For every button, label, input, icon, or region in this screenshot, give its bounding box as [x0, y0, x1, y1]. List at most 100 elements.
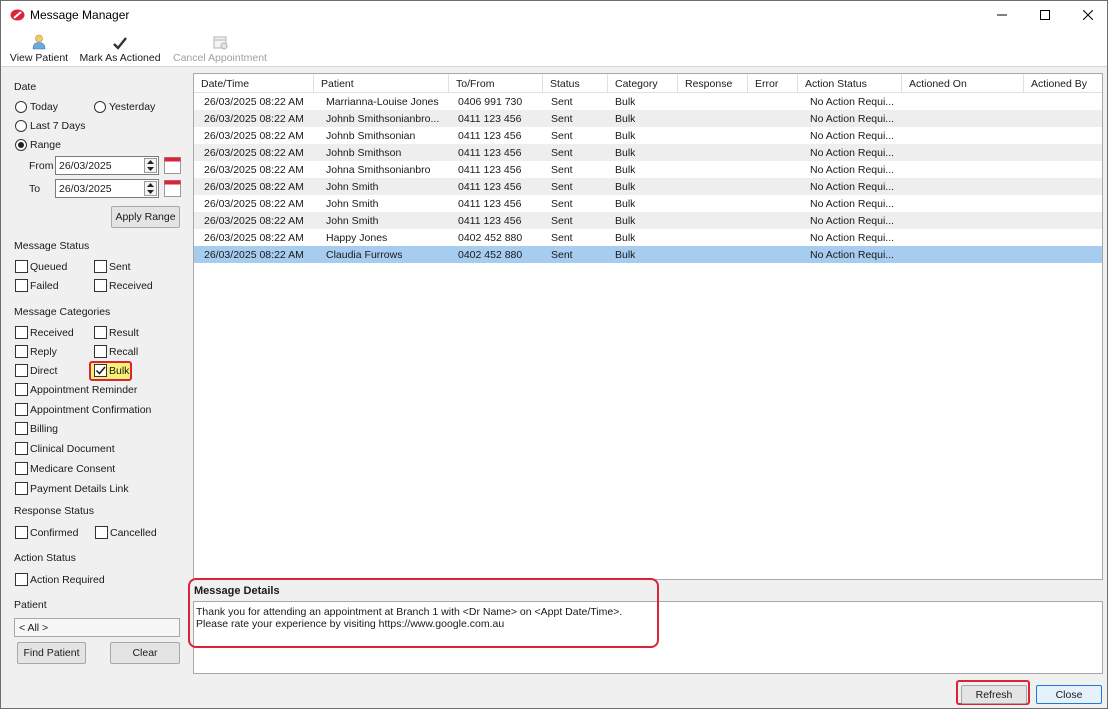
- checkbox-control: [95, 526, 108, 539]
- cancel-appointment-button[interactable]: Cancel Appointment: [173, 32, 267, 66]
- received-category-checkbox[interactable]: Received: [15, 326, 74, 339]
- apply-range-button[interactable]: Apply Range: [111, 206, 180, 228]
- calendar-icon[interactable]: [164, 157, 181, 174]
- grid-header: Date/Time Patient To/From Status Category Res…: [194, 74, 1102, 93]
- appointment-confirmation-checkbox[interactable]: Appointment Confirmation: [15, 403, 151, 416]
- cell-date-time: 26/03/2025 08:22 AM: [204, 147, 304, 159]
- cell-category: Bulk: [615, 249, 636, 261]
- yesterday-radio[interactable]: Yesterday: [94, 101, 155, 113]
- column-header-status[interactable]: Status: [543, 74, 608, 93]
- cell-patient: Claudia Furrows: [326, 249, 403, 261]
- failed-checkbox[interactable]: Failed: [15, 279, 59, 292]
- confirmed-checkbox[interactable]: Confirmed: [15, 526, 78, 539]
- refresh-button[interactable]: Refresh: [961, 685, 1027, 704]
- to-date-input[interactable]: 26/03/2025: [55, 179, 159, 198]
- today-radio[interactable]: Today: [15, 101, 58, 113]
- column-header-actioned-on[interactable]: Actioned On: [902, 74, 1024, 93]
- date-spinner[interactable]: [144, 158, 157, 173]
- from-date-input[interactable]: 26/03/2025: [55, 156, 159, 175]
- table-row[interactable]: 26/03/2025 08:22 AM Happy Jones 0402 452 8…: [194, 229, 1102, 246]
- billing-label: Billing: [30, 422, 59, 435]
- cell-patient: John Smith: [326, 215, 379, 227]
- column-header-error[interactable]: Error: [748, 74, 798, 93]
- cell-to-from: 0411 123 456: [458, 147, 522, 159]
- cell-to-from: 0406 991 730: [458, 96, 523, 108]
- range-radio[interactable]: Range: [15, 139, 61, 151]
- mark-as-actioned-button[interactable]: Mark As Actioned: [79, 32, 161, 66]
- find-patient-button[interactable]: Find Patient: [17, 642, 86, 664]
- column-header-to-from[interactable]: To/From: [449, 74, 543, 93]
- minimize-button[interactable]: [979, 1, 1025, 29]
- table-row[interactable]: 26/03/2025 08:22 AM Johnb Smithsonian 0411…: [194, 127, 1102, 144]
- close-window-button[interactable]: [1065, 1, 1108, 29]
- action-required-checkbox[interactable]: Action Required: [15, 573, 105, 586]
- window-title: Message Manager: [30, 8, 130, 22]
- checkbox-control: [94, 260, 107, 273]
- appointment-reminder-checkbox[interactable]: Appointment Reminder: [15, 383, 137, 396]
- confirmed-label: Confirmed: [30, 526, 79, 539]
- medicare-consent-label: Medicare Consent: [30, 462, 116, 475]
- range-label: Range: [30, 139, 61, 151]
- table-row[interactable]: 26/03/2025 08:22 AM Claudia Furrows 0402 4…: [194, 246, 1102, 263]
- column-header-patient[interactable]: Patient: [314, 74, 449, 93]
- table-row[interactable]: 26/03/2025 08:22 AM John Smith 0411 123 45…: [194, 212, 1102, 229]
- column-header-response[interactable]: Response: [678, 74, 748, 93]
- date-spinner[interactable]: [144, 181, 157, 196]
- received-status-checkbox[interactable]: Received: [94, 279, 153, 292]
- cell-patient: Marrianna-Louise Jones: [326, 96, 439, 108]
- table-row[interactable]: 26/03/2025 08:22 AM John Smith 0411 123 45…: [194, 178, 1102, 195]
- spin-up-icon: [147, 183, 154, 188]
- radio-control: [15, 101, 27, 113]
- column-header-actioned-by[interactable]: Actioned By: [1024, 74, 1102, 93]
- table-row[interactable]: 26/03/2025 08:22 AM Marrianna-Louise Jone…: [194, 93, 1102, 110]
- patient-field[interactable]: < All >: [14, 618, 180, 637]
- cell-category: Bulk: [615, 181, 636, 193]
- cell-action-status: No Action Requi...: [810, 215, 895, 227]
- payment-details-link-label: Payment Details Link: [30, 482, 129, 495]
- table-row[interactable]: 26/03/2025 08:22 AM Johnb Smithson 0411 12…: [194, 144, 1102, 161]
- queued-checkbox[interactable]: Queued: [15, 260, 67, 273]
- cell-action-status: No Action Requi...: [810, 249, 895, 261]
- clear-button[interactable]: Clear: [110, 642, 180, 664]
- cell-patient: Johnb Smithsonianbro...: [326, 113, 440, 125]
- clinical-document-checkbox[interactable]: Clinical Document: [15, 442, 115, 455]
- cell-action-status: No Action Requi...: [810, 164, 895, 176]
- cell-action-status: No Action Requi...: [810, 232, 895, 244]
- cell-status: Sent: [551, 113, 573, 125]
- bulk-checkbox[interactable]: Bulk: [94, 364, 129, 377]
- direct-checkbox[interactable]: Direct: [15, 364, 57, 377]
- column-header-date-time[interactable]: Date/Time: [194, 74, 314, 93]
- from-date-value: 26/03/2025: [59, 160, 112, 172]
- column-header-category[interactable]: Category: [608, 74, 678, 93]
- cancel-appointment-label: Cancel Appointment: [173, 52, 267, 64]
- last-7-days-label: Last 7 Days: [30, 120, 86, 132]
- checkbox-control: [15, 403, 28, 416]
- reply-checkbox[interactable]: Reply: [15, 345, 57, 358]
- checkbox-control: [15, 260, 28, 273]
- calendar-icon[interactable]: [164, 180, 181, 197]
- table-row[interactable]: 26/03/2025 08:22 AM Johnb Smithsonianbro.…: [194, 110, 1102, 127]
- column-header-action-status[interactable]: Action Status: [798, 74, 902, 93]
- close-button[interactable]: Close: [1036, 685, 1102, 704]
- billing-checkbox[interactable]: Billing: [15, 422, 58, 435]
- sent-checkbox[interactable]: Sent: [94, 260, 131, 273]
- from-date-row: From 26/03/2025: [29, 156, 181, 175]
- recall-checkbox[interactable]: Recall: [94, 345, 138, 358]
- checkbox-control: [15, 422, 28, 435]
- table-row[interactable]: 26/03/2025 08:22 AM Johna Smithsonianbro 0…: [194, 161, 1102, 178]
- cancelled-checkbox[interactable]: Cancelled: [95, 526, 157, 539]
- table-row[interactable]: 26/03/2025 08:22 AM John Smith 0411 123 45…: [194, 195, 1102, 212]
- last-7-days-radio[interactable]: Last 7 Days: [15, 120, 85, 132]
- cell-date-time: 26/03/2025 08:22 AM: [204, 130, 304, 142]
- maximize-button[interactable]: [1022, 1, 1068, 29]
- view-patient-button[interactable]: View Patient: [9, 32, 69, 66]
- patient-icon: [32, 34, 46, 50]
- direct-label: Direct: [30, 364, 58, 377]
- payment-details-link-checkbox[interactable]: Payment Details Link: [15, 482, 129, 495]
- message-manager-window: Message Manager View Patient Mark As Act…: [0, 0, 1108, 709]
- view-patient-label: View Patient: [9, 52, 69, 64]
- cell-date-time: 26/03/2025 08:22 AM: [204, 249, 304, 261]
- checkbox-control: [15, 383, 28, 396]
- result-checkbox[interactable]: Result: [94, 326, 139, 339]
- medicare-consent-checkbox[interactable]: Medicare Consent: [15, 462, 115, 475]
